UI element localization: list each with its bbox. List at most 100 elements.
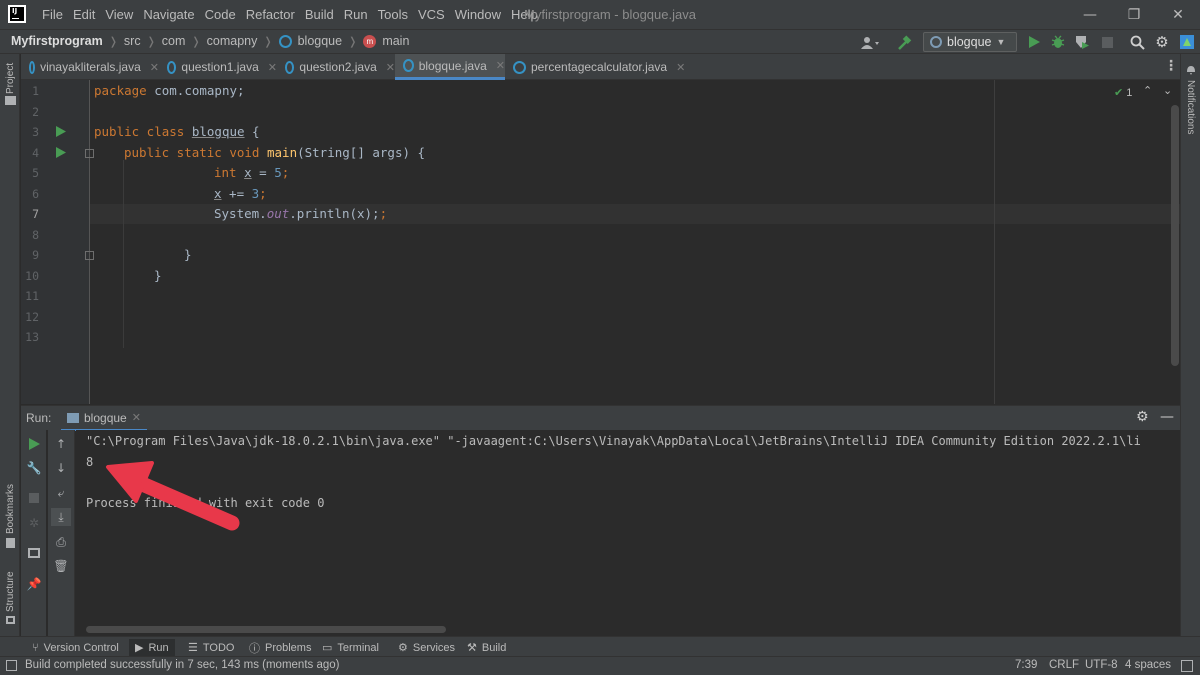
editor-vertical-scrollbar[interactable] [1171,105,1179,366]
branch-icon: ⑂ [32,641,39,654]
toolwindow-build[interactable]: ⚒ Build [467,639,506,656]
arrow-up-icon[interactable]: ↑ [53,436,69,452]
navigation-bar: Myfirstprogram ❭ src ❭ com ❭ comapny ❭ b… [0,29,1200,54]
menu-build[interactable]: Build [305,7,334,22]
close-tab-icon[interactable]: ✕ [150,61,159,74]
close-tab-icon[interactable]: ✕ [676,61,685,74]
restore-button[interactable]: ❐ [1112,0,1156,29]
console-icon [67,412,79,423]
menu-tools[interactable]: Tools [378,7,408,22]
trash-icon[interactable]: 🗑 [53,558,69,574]
arrow-down-icon[interactable]: ↓ [53,460,69,476]
ide-logo-icon[interactable] [1178,33,1196,51]
chevron-down-icon[interactable]: ⌄ [1163,84,1172,97]
menu-view[interactable]: View [105,7,133,22]
menu-code[interactable]: Code [205,7,236,22]
toolwindow-version-control[interactable]: ⑂ Version Control [32,639,119,656]
inspection-widget[interactable]: ✔ 1 [1114,86,1132,100]
notifications-tool-button[interactable]: Notifications [1185,80,1196,134]
line-number: 1 [32,84,39,98]
structure-tool-button[interactable]: Structure [5,571,16,612]
java-class-icon [285,60,295,74]
pin-icon[interactable]: 📌 [26,576,42,592]
debug-icon[interactable] [1049,33,1067,51]
line-number: 10 [25,269,39,283]
run-gutter-icon[interactable] [56,126,66,140]
menu-file[interactable]: File [42,7,63,22]
breadcrumb-project[interactable]: Myfirstprogram [11,34,103,48]
scroll-to-end-icon[interactable]: ⤓ [51,508,71,526]
project-tool-button[interactable]: Project [5,63,16,94]
tab-label: question2.java [299,60,377,74]
breadcrumb-comapny[interactable]: comapny [207,34,258,48]
chevron-right-icon: ❭ [146,35,156,48]
line-separator[interactable]: CRLF [1049,659,1079,671]
menu-navigate[interactable]: Navigate [143,7,194,22]
hammer-build-icon[interactable] [896,34,914,52]
menu-vcs[interactable]: VCS [418,7,445,22]
layout-icon[interactable] [26,545,42,561]
menu-run[interactable]: Run [344,7,368,22]
run-tool-header: Run: blogque ✕ ⚙ — [21,405,1180,431]
caret-position[interactable]: 7:39 [1015,659,1037,671]
run-gutter-icon[interactable] [56,147,66,161]
user-icon[interactable] [858,34,884,52]
rerun-icon[interactable] [26,436,42,452]
breadcrumb-src[interactable]: src [124,34,141,48]
toolwindow-services[interactable]: ⚙ Services [398,639,455,656]
run-configuration-select[interactable]: blogque ▼ [923,32,1017,52]
run-tab-blogque[interactable]: blogque ✕ [61,406,147,431]
breadcrumb-class[interactable]: blogque [298,34,343,48]
line-number: 8 [32,228,39,242]
breadcrumb-method[interactable]: main [382,34,409,48]
search-icon[interactable] [1128,33,1146,51]
hammer-icon: ⚒ [467,642,477,654]
minimize-panel-icon[interactable]: — [1160,409,1174,425]
menu-window[interactable]: Window [455,7,501,22]
toolwindow-run[interactable]: ▶ Run [129,639,175,656]
minimize-button[interactable]: — [1068,0,1112,29]
close-tab-icon[interactable]: ✕ [496,59,505,72]
lock-icon[interactable] [1181,660,1193,672]
console-actions-bar: ↑ ↓ ⤶ ⤓ ⎙ 🗑 [48,430,75,636]
chevron-right-icon: ❭ [108,35,118,48]
toolwindow-todo[interactable]: ☰ TODO [188,639,234,656]
code-editor[interactable]: package com.comapny; public class blogqu… [90,80,1170,404]
soft-wrap-icon[interactable]: ⤶ [53,485,69,501]
breadcrumb-com[interactable]: com [162,34,186,48]
camera-icon[interactable]: ✲ [26,515,42,531]
wrench-icon[interactable]: 🔧 [26,460,42,476]
run-icon[interactable] [1025,33,1043,51]
toolwindow-problems[interactable]: ⓘ Problems [249,639,311,656]
more-tabs-kebab-icon[interactable]: ⋮ [1164,58,1178,74]
status-message[interactable]: Build completed successfully in 7 sec, 1… [25,659,339,671]
menu-refactor[interactable]: Refactor [246,7,295,22]
close-tab-icon[interactable]: ✕ [386,61,395,74]
tab-blogque[interactable]: blogque.java ✕ [395,54,505,80]
dropdown-arrow-icon: ▼ [996,37,1006,47]
toolwindow-terminal[interactable]: ▭ Terminal [322,639,379,656]
settings-gear-icon[interactable]: ⚙ [1136,409,1149,425]
file-encoding[interactable]: UTF-8 [1085,659,1118,671]
tab-vinayakliterals[interactable]: vinayakliterals.java ✕ [21,54,159,80]
stop-icon[interactable] [1098,33,1116,51]
tab-question2[interactable]: question2.java ✕ [277,54,395,80]
close-tab-icon[interactable]: ✕ [268,61,277,74]
menu-edit[interactable]: Edit [73,7,95,22]
close-window-button[interactable]: ✕ [1156,0,1200,29]
print-icon[interactable]: ⎙ [53,534,69,550]
close-tab-icon[interactable]: ✕ [132,411,141,424]
settings-gear-icon[interactable]: ⚙ [1153,33,1171,51]
indent-setting[interactable]: 4 spaces [1125,659,1171,671]
code-line-7: System.out.println(x);; [214,206,388,221]
tab-percentagecalculator[interactable]: percentagecalculator.java ✕ [505,54,695,80]
line-number: 4 [32,146,39,160]
tab-question1[interactable]: question1.java ✕ [159,54,277,80]
run-config-icon [930,36,942,48]
console-horizontal-scrollbar[interactable] [86,626,446,633]
bookmarks-tool-button[interactable]: Bookmarks [5,484,16,534]
chevron-up-icon[interactable]: ⌃ [1143,84,1152,97]
coverage-icon[interactable] [1073,33,1091,51]
stop-icon[interactable] [26,490,42,506]
status-toggle-icon[interactable] [6,660,17,671]
